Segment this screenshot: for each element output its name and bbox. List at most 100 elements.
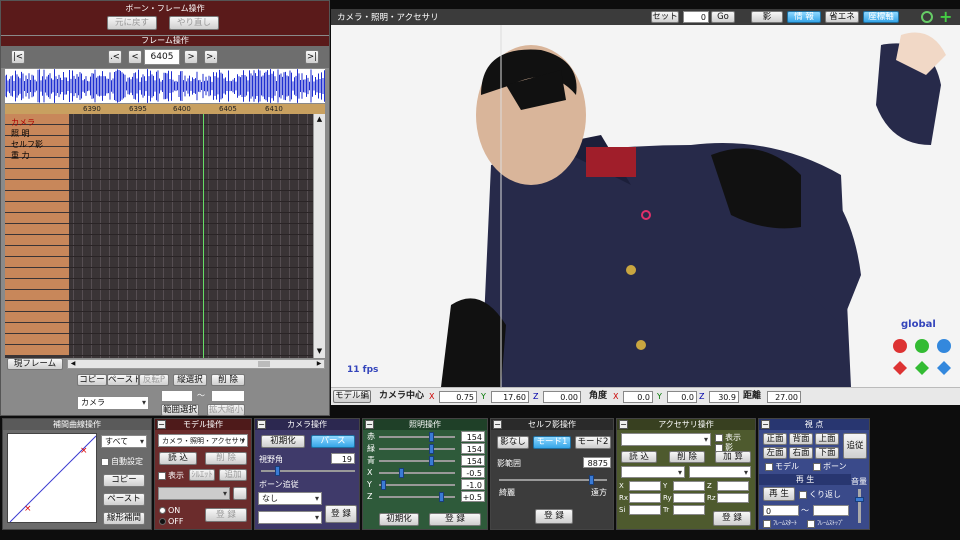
range-select-button[interactable]: 範囲選択 — [161, 404, 199, 416]
scroll-thumb[interactable] — [258, 361, 270, 367]
light-slider[interactable] — [379, 444, 455, 454]
interp-all-select[interactable]: すべて — [101, 435, 147, 448]
light-value-input[interactable]: +0.5 — [461, 491, 485, 502]
rotate-y-icon[interactable] — [915, 339, 929, 353]
accessory-field-input[interactable] — [629, 493, 661, 503]
model-show-checkbox[interactable]: 表示 — [158, 470, 184, 481]
undo-button[interactable]: 元に戻す — [107, 16, 157, 30]
fov-slider[interactable] — [261, 466, 355, 476]
off-radio[interactable]: OFF — [159, 516, 184, 527]
reverse-paste-button[interactable]: 反転P — [139, 374, 169, 386]
scroll-down-arrow-icon[interactable]: ▼ — [314, 346, 325, 356]
next-frame-button[interactable]: > — [184, 50, 198, 64]
tab-power-save[interactable]: 省エネ — [825, 11, 859, 23]
light-slider[interactable] — [379, 480, 455, 490]
set-frame-input[interactable]: 0 — [683, 11, 709, 23]
bone-select[interactable] — [158, 487, 230, 500]
model-select[interactable]: カメラ・照明・アクセサリ — [158, 434, 248, 447]
tab-shadow[interactable]: 影 — [751, 11, 783, 23]
light-slider[interactable] — [379, 456, 455, 466]
scroll-left-arrow-icon[interactable]: ◀ — [68, 360, 78, 368]
accessory-field-input[interactable] — [673, 481, 705, 491]
tab-axis[interactable]: 座標軸 — [863, 11, 899, 23]
volume-slider[interactable] — [855, 489, 864, 523]
camera-register-button[interactable]: 登 録 — [325, 505, 357, 523]
distance-input[interactable]: 27.00 — [767, 391, 801, 403]
interp-paste-button[interactable]: ペースト — [103, 493, 145, 506]
linear-interp-button[interactable]: 線形補間 — [103, 512, 145, 525]
interpolation-curve[interactable]: × × — [7, 433, 97, 523]
on-radio[interactable]: ON — [159, 505, 180, 516]
collapse-icon[interactable]: − — [619, 420, 628, 429]
track-row-camera[interactable]: カメラ — [11, 119, 71, 127]
view-back-button[interactable]: 背面 — [789, 433, 813, 445]
volume-thumb[interactable] — [855, 497, 864, 502]
shadow-range-slider[interactable] — [499, 475, 607, 485]
scroll-right-arrow-icon[interactable]: ▶ — [314, 360, 324, 368]
range-start-input[interactable] — [161, 390, 193, 402]
frame-number-input[interactable]: 6405 — [144, 49, 180, 65]
slider-thumb[interactable] — [399, 468, 404, 478]
target-select[interactable]: カメラ — [77, 396, 149, 410]
interp-copy-button[interactable]: コピー — [103, 474, 145, 487]
accessory-bone-select[interactable] — [689, 466, 751, 478]
accessory-load-button[interactable]: 読 込 — [621, 451, 657, 463]
rotate-z-icon[interactable] — [937, 339, 951, 353]
perspective-button[interactable]: パース — [311, 435, 355, 448]
shadow-none-button[interactable]: 影なし — [497, 436, 529, 449]
slider-thumb[interactable] — [429, 456, 434, 466]
view-track-button[interactable]: 追従 — [843, 433, 867, 459]
light-value-input[interactable]: 154 — [461, 443, 485, 454]
angle-y-input[interactable]: 0.0 — [667, 391, 697, 403]
rotate-x-icon[interactable] — [893, 339, 907, 353]
copy-frames-button[interactable]: コピー — [77, 374, 107, 386]
model-edit-button[interactable]: モデル編 — [333, 390, 371, 403]
light-slider[interactable] — [379, 492, 455, 502]
track-row-gravity[interactable]: 重 力 — [11, 152, 71, 160]
light-init-button[interactable]: 初期化 — [379, 513, 419, 526]
view-bottom-button[interactable]: 下面 — [815, 447, 839, 459]
horizontal-scrollbar[interactable]: ◀ ▶ — [67, 359, 325, 369]
auto-setting-checkbox[interactable]: 自動設定 — [101, 456, 143, 467]
light-value-input[interactable]: 154 — [461, 431, 485, 442]
play-end-input[interactable] — [813, 505, 849, 516]
light-value-input[interactable]: 154 — [461, 455, 485, 466]
delete-frames-button[interactable]: 削 除 — [211, 374, 245, 386]
go-button[interactable]: Go — [711, 11, 735, 23]
slider-thumb[interactable] — [439, 492, 444, 502]
play-start-input[interactable]: 0 — [763, 505, 799, 516]
camera-x-input[interactable]: 0.75 — [439, 391, 477, 403]
frame-stop-checkbox[interactable]: ﾌﾚｰﾑｽﾄｯﾌﾟ — [807, 518, 844, 529]
camera-z-input[interactable]: 0.00 — [543, 391, 581, 403]
shadow-mode1-button[interactable]: モード1 — [533, 436, 571, 449]
slider-thumb[interactable] — [381, 480, 386, 490]
accessory-field-input[interactable] — [673, 505, 705, 515]
view-right-button[interactable]: 右面 — [789, 447, 813, 459]
follow-bone-select[interactable] — [258, 511, 322, 524]
current-frame-button[interactable]: 現フレーム — [7, 358, 63, 370]
view-bone-checkbox[interactable]: ボーン — [813, 461, 847, 472]
viewport-panel[interactable]: カメラ・照明・アクセサリ セット 0 Go 影 情 報 省エネ 座標軸 + 11… — [331, 9, 960, 405]
vertical-select-button[interactable]: 縦選択 — [173, 374, 207, 386]
view-front-button[interactable]: 正面 — [763, 433, 787, 445]
light-register-button[interactable]: 登 録 — [429, 513, 481, 526]
camera-y-input[interactable]: 17.60 — [491, 391, 529, 403]
play-button[interactable]: 再 生 — [763, 487, 795, 501]
collapse-icon[interactable]: − — [157, 420, 166, 429]
bone-follow-select[interactable]: なし — [258, 492, 322, 505]
axis-gizmo[interactable] — [889, 337, 957, 379]
fov-input[interactable]: 19 — [331, 453, 355, 464]
model-load-button[interactable]: 読 込 — [159, 452, 197, 465]
model-silhouette-button[interactable]: ｼﾙｴｯﾄ — [189, 469, 215, 481]
range-end-input[interactable] — [211, 390, 245, 402]
slider-thumb[interactable] — [429, 444, 434, 454]
accessory-field-input[interactable] — [717, 493, 749, 503]
model-delete-button[interactable]: 削 除 — [205, 452, 247, 465]
frame-start-checkbox[interactable]: ﾌﾚｰﾑｽﾀｰﾄ — [763, 518, 797, 529]
next-key-button[interactable]: >. — [204, 50, 218, 64]
scroll-up-arrow-icon[interactable]: ▲ — [314, 114, 325, 124]
zoom-icon[interactable] — [921, 11, 933, 23]
model-register-button[interactable]: 登 録 — [205, 508, 247, 522]
light-value-input[interactable]: -0.5 — [461, 467, 485, 478]
camera-init-button[interactable]: 初期化 — [261, 435, 305, 448]
